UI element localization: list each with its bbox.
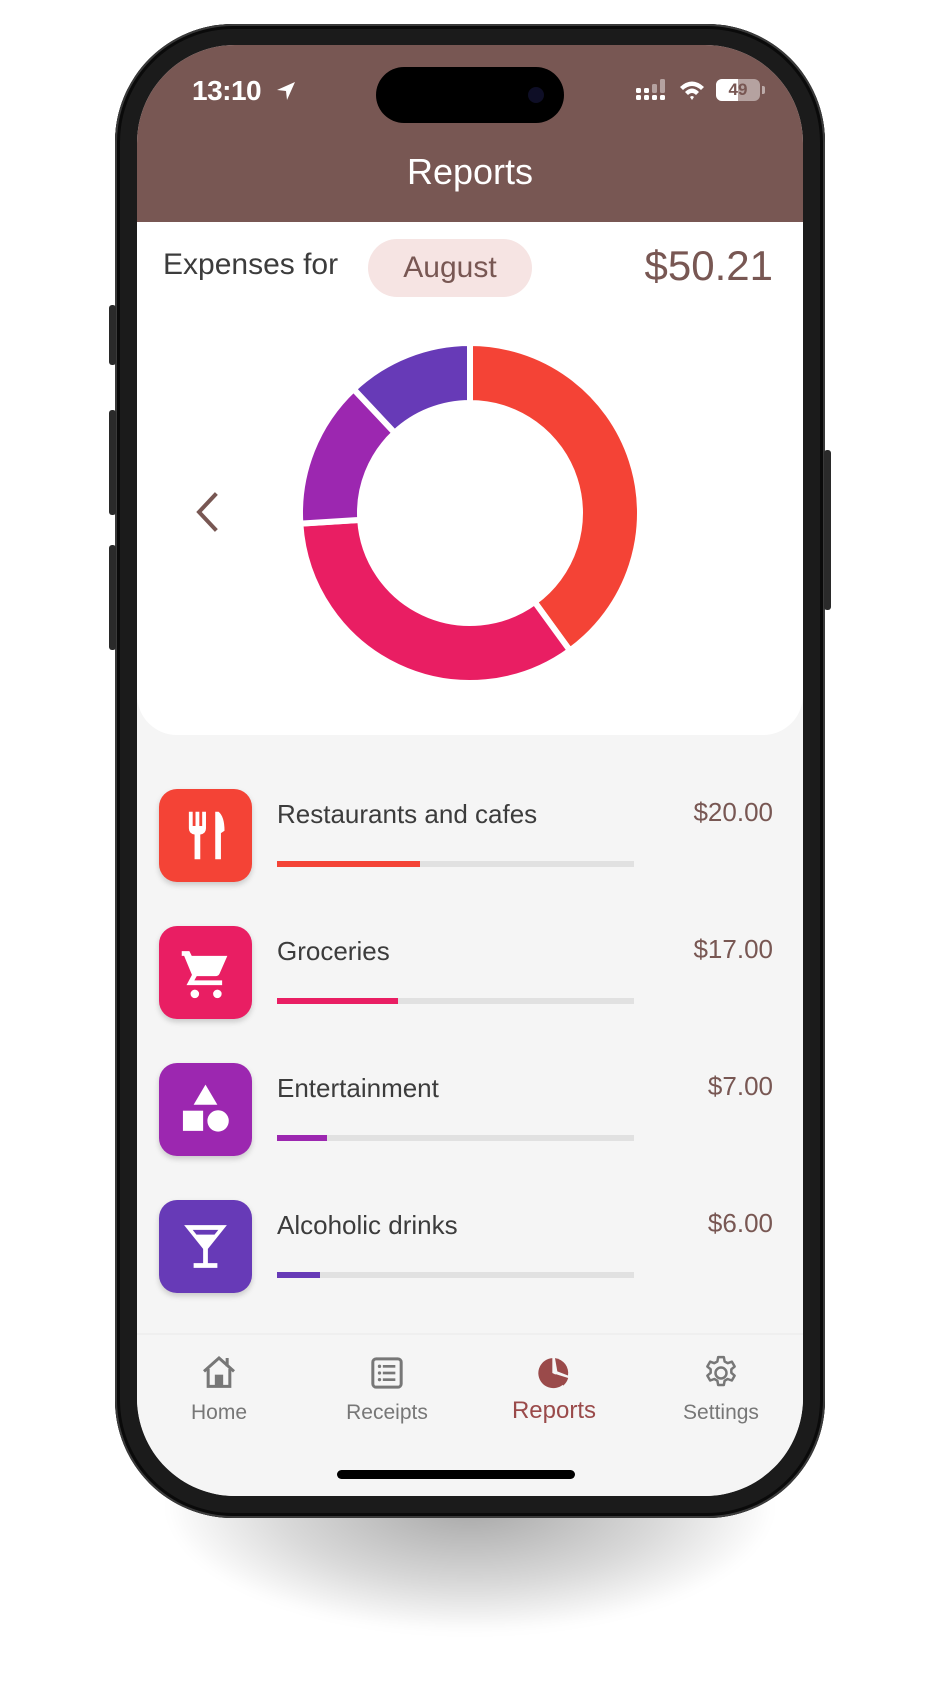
volume-up-button (109, 410, 116, 515)
category-icon-box (159, 926, 252, 1019)
category-amount: $20.00 (693, 797, 773, 827)
donut-slice-restaurants (467, 339, 643, 655)
battery-percentage: 49 (728, 80, 748, 99)
category-progress-track (277, 1272, 634, 1278)
category-icon-box (159, 789, 252, 882)
battery-icon: 49 (716, 79, 760, 101)
page-title: Reports (406, 151, 534, 192)
dynamic-island (376, 67, 564, 123)
power-button (824, 450, 831, 610)
category-amount: $7.00 (707, 1071, 773, 1101)
category-name: Entertainment (277, 1073, 439, 1103)
nav-label: Settings (683, 1401, 759, 1424)
month-selector-button[interactable]: August (368, 239, 532, 297)
cellular-signal-icon (636, 79, 665, 100)
wifi-icon (680, 81, 704, 100)
nav-reports[interactable]: Reports (479, 1353, 629, 1443)
nav-label: Reports (511, 1397, 597, 1424)
category-progress-track (277, 1135, 634, 1141)
category-progress-fill (277, 1135, 327, 1141)
category-name: Restaurants and cafes (277, 799, 538, 829)
category-amount: $17.00 (693, 934, 773, 964)
category-name: Alcoholic drinks (277, 1210, 458, 1240)
volume-down-button (109, 545, 116, 650)
category-amount: $6.00 (707, 1208, 773, 1238)
app-header: 13:10 49 Reports (137, 45, 803, 222)
location-arrow-icon (277, 82, 295, 100)
category-row-restaurants[interactable]: Restaurants and cafes $20.00 (137, 789, 803, 909)
restaurant-icon (188, 811, 225, 860)
nav-home[interactable]: Home (144, 1353, 294, 1443)
category-row-entertainment[interactable]: Entertainment $7.00 (137, 1063, 803, 1183)
gear-icon (706, 1355, 736, 1387)
total-expenses: $50.21 (644, 242, 773, 289)
nav-label: Receipts (346, 1401, 428, 1424)
home-icon (203, 1355, 235, 1388)
shapes-icon (182, 1084, 229, 1132)
home-indicator (337, 1470, 575, 1479)
category-row-alcoholic-drinks[interactable]: Alcoholic drinks $6.00 (137, 1200, 803, 1320)
shopping-cart-icon (181, 951, 228, 999)
category-icon-box (159, 1063, 252, 1156)
nav-label: Home (190, 1401, 248, 1424)
category-name: Groceries (277, 936, 390, 966)
action-button (109, 305, 116, 365)
camera-icon (528, 87, 544, 103)
category-icon-box (159, 1200, 252, 1293)
category-progress-track (277, 998, 634, 1004)
cocktail-icon (184, 1225, 227, 1268)
previous-month-chevron-icon[interactable] (187, 487, 227, 537)
category-progress-track (277, 861, 634, 867)
nav-settings[interactable]: Settings (646, 1353, 796, 1443)
category-progress-fill (277, 1272, 320, 1278)
status-icons: 49 (636, 79, 765, 101)
status-time: 13:10 (192, 75, 262, 106)
expenses-donut-chart (297, 339, 643, 686)
expenses-for-label: Expenses for (163, 248, 339, 281)
battery-cap (762, 86, 765, 94)
pie-chart-icon (538, 1358, 569, 1389)
category-progress-fill (277, 998, 399, 1004)
nav-receipts[interactable]: Receipts (312, 1353, 462, 1443)
category-progress-fill (277, 861, 420, 867)
category-row-groceries[interactable]: Groceries $17.00 (137, 926, 803, 1046)
expenses-summary-card: Expenses for August $50.21 (137, 222, 803, 735)
app-screen: 13:10 49 Reports Expenses for August $50… (137, 45, 803, 1496)
receipt-list-icon (371, 1357, 403, 1389)
donut-slice-groceries (297, 516, 575, 686)
